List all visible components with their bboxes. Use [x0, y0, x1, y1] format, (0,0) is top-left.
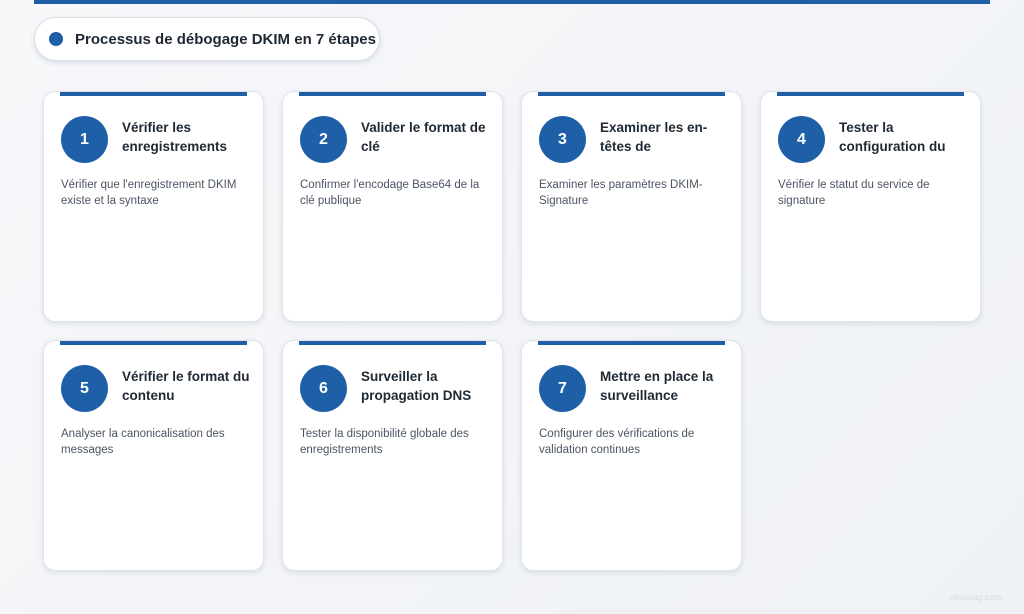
- step-card-2: 2 Valider le format de clé Confirmer l'e…: [282, 91, 503, 322]
- step-card-4: 4 Tester la configuration du Vérifier le…: [760, 91, 981, 322]
- step-description: Tester la disponibilité globale des enre…: [300, 428, 469, 456]
- step-title: Vérifier les enregistrements: [122, 120, 228, 154]
- card-accent-bar: [60, 92, 247, 96]
- step-title: Examiner les en-têtes de: [600, 120, 708, 154]
- diagram-title: Processus de débogage DKIM en 7 étapes: [75, 30, 376, 48]
- step-number-badge: 5: [61, 365, 108, 412]
- step-number-badge: 7: [539, 365, 586, 412]
- step-number-badge: 4: [778, 116, 825, 163]
- title-dot-icon: [49, 32, 63, 46]
- diagram-title-badge: Processus de débogage DKIM en 7 étapes: [34, 17, 380, 61]
- step-number-badge: 1: [61, 116, 108, 163]
- step-number-badge: 2: [300, 116, 347, 163]
- step-description: Examiner les paramètres DKIM-Signature: [539, 179, 703, 207]
- step-description: Analyser la canonicalisation des message…: [61, 428, 225, 456]
- step-title: Mettre en place la surveillance: [600, 369, 714, 403]
- card-accent-bar: [538, 92, 725, 96]
- step-card-3: 3 Examiner les en-têtes de Examiner les …: [521, 91, 742, 322]
- step-title: Tester la configuration du: [839, 120, 946, 154]
- step-title: Valider le format de clé: [361, 120, 486, 154]
- step-description: Vérifier que l'enregistrement DKIM exist…: [61, 179, 237, 207]
- step-description: Vérifier le statut du service de signatu…: [778, 179, 930, 207]
- top-accent-bar: [34, 0, 990, 4]
- card-accent-bar: [299, 92, 486, 96]
- step-card-6: 6 Surveiller la propagation DNS Tester l…: [282, 340, 503, 571]
- step-card-5: 5 Vérifier le format du contenu Analyser…: [43, 340, 264, 571]
- card-accent-bar: [299, 341, 486, 345]
- step-number-badge: 6: [300, 365, 347, 412]
- step-description: Confirmer l'encodage Base64 de la clé pu…: [300, 179, 480, 207]
- step-number-badge: 3: [539, 116, 586, 163]
- watermark: skyosag.com: [949, 592, 1002, 602]
- card-accent-bar: [538, 341, 725, 345]
- step-description: Configurer des vérifications de validati…: [539, 428, 695, 456]
- card-accent-bar: [60, 341, 247, 345]
- step-title: Surveiller la propagation DNS: [361, 369, 472, 403]
- step-card-7: 7 Mettre en place la surveillance Config…: [521, 340, 742, 571]
- step-card-1: 1 Vérifier les enregistrements Vérifier …: [43, 91, 264, 322]
- step-title: Vérifier le format du contenu: [122, 369, 250, 403]
- card-accent-bar: [777, 92, 964, 96]
